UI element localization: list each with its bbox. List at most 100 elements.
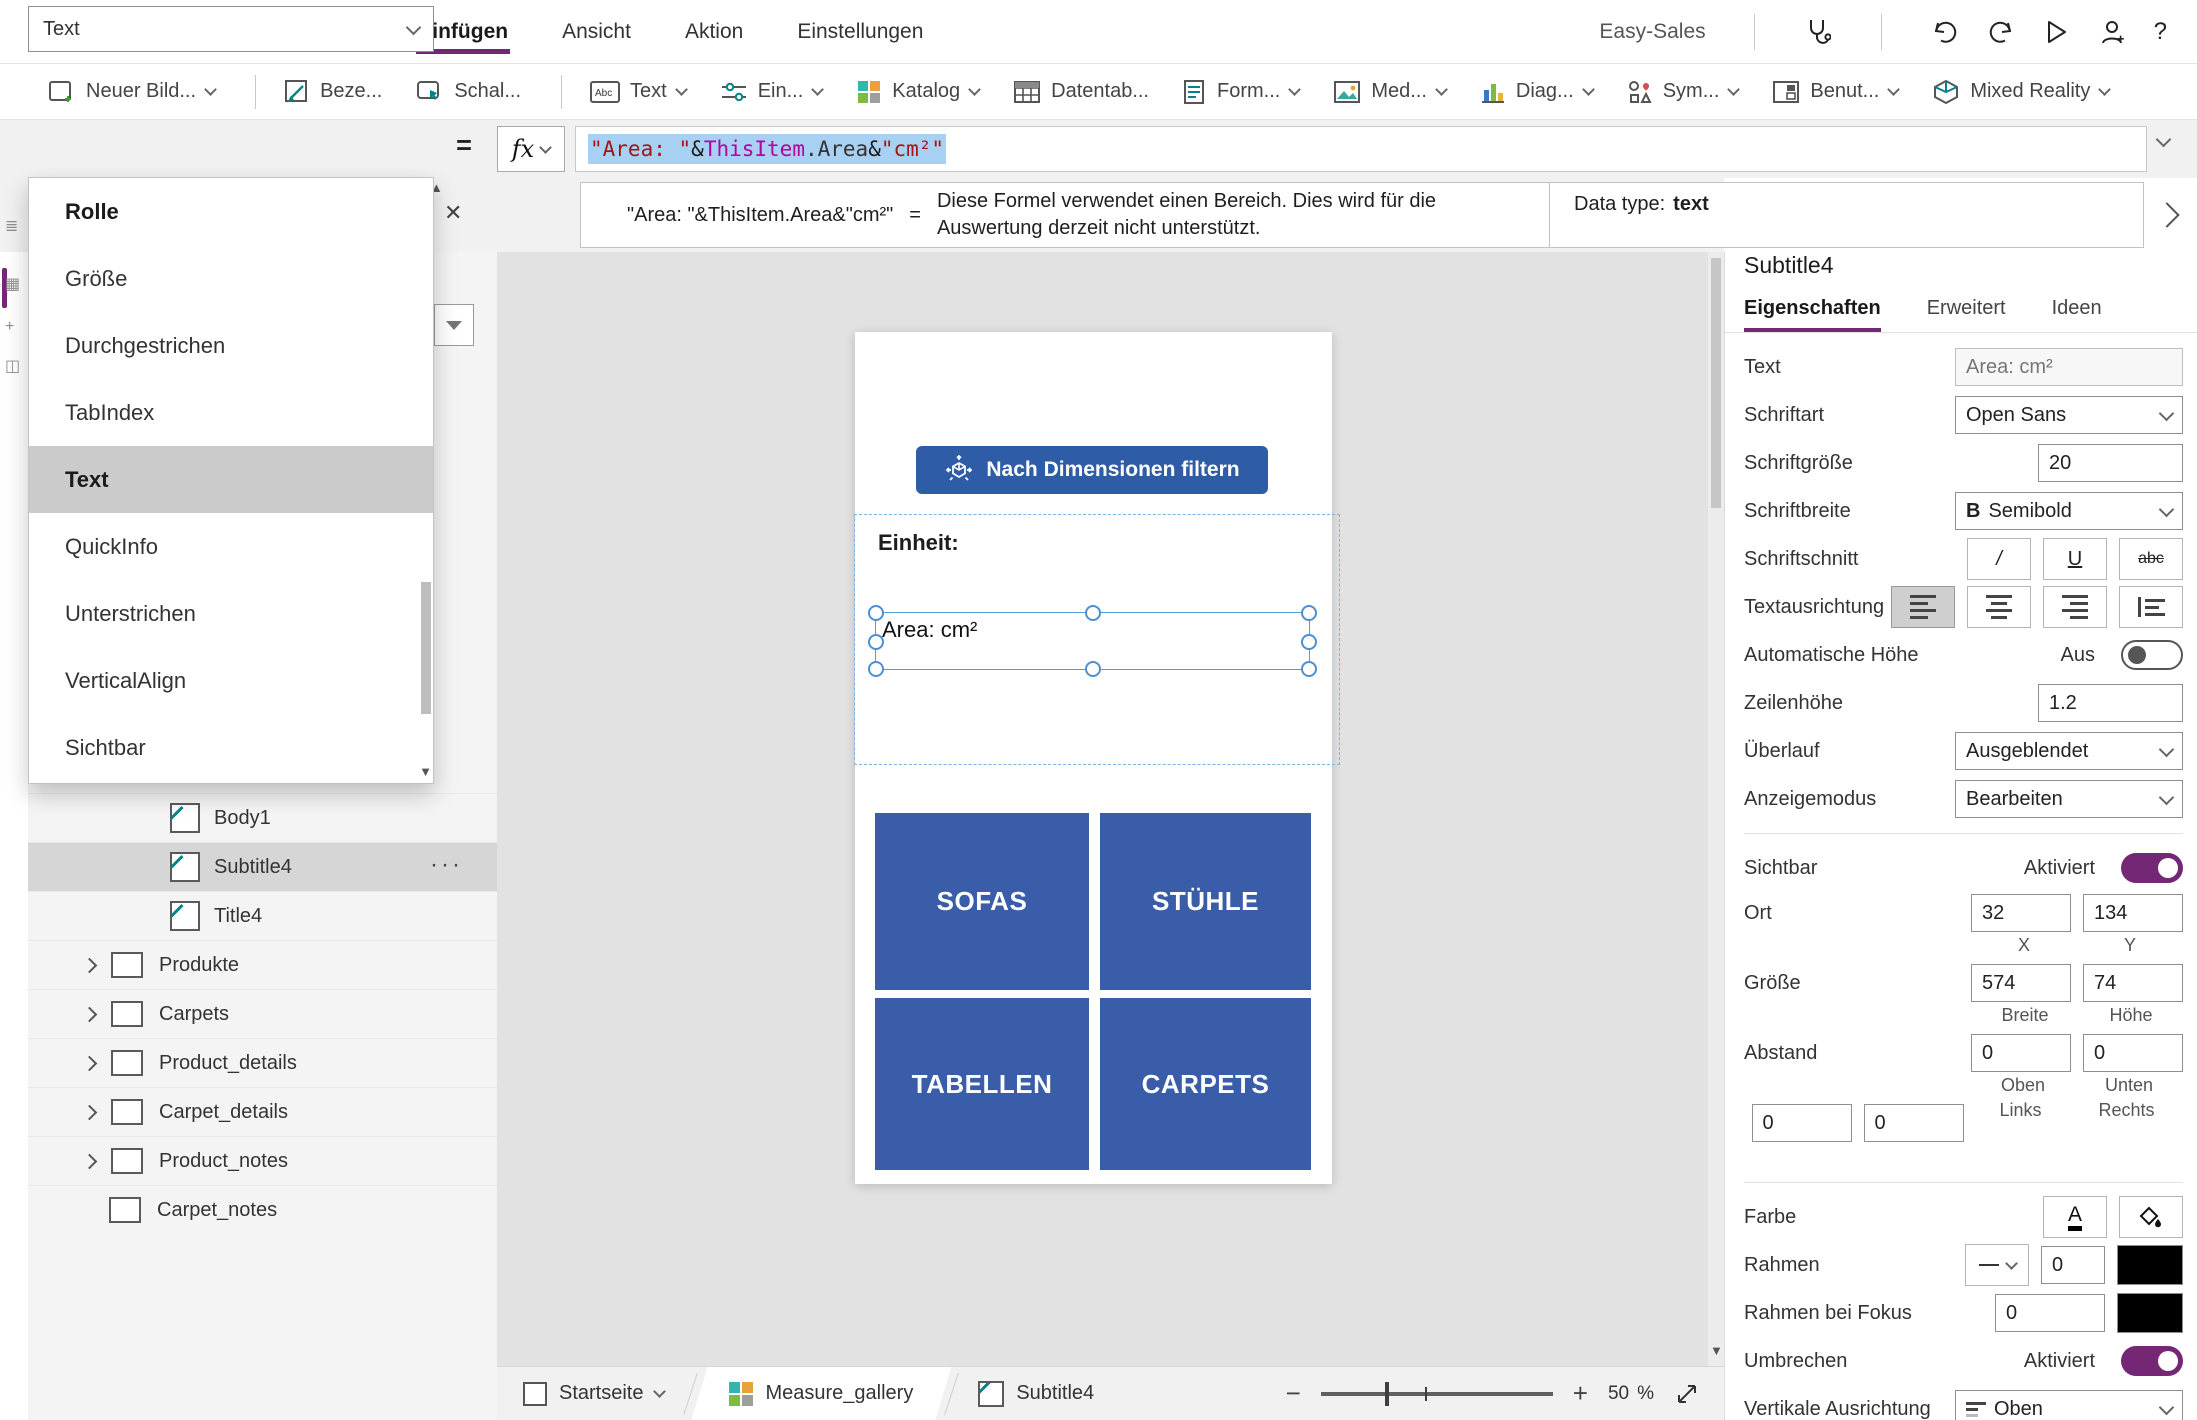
dropdown-option-unterstrichen[interactable]: Unterstrichen (29, 580, 433, 647)
align-center-button[interactable] (1967, 586, 2031, 628)
item-more-menu[interactable]: ··· (430, 851, 463, 879)
tab-erweitert[interactable]: Erweitert (1927, 297, 2006, 332)
ribbon-icons[interactable]: Sym... (1627, 79, 1739, 105)
ribbon-custom[interactable]: Benut... (1772, 80, 1898, 104)
border-style-dropdown[interactable] (1965, 1244, 2029, 1286)
overflow-dropdown[interactable]: Ausgeblendet (1955, 732, 2183, 770)
rail-data-icon[interactable]: ◫ (5, 356, 20, 376)
position-y-input[interactable]: 134 (2083, 894, 2183, 932)
selected-text-control[interactable]: Area: cm² (875, 612, 1310, 670)
help-icon[interactable]: ? (2154, 18, 2167, 46)
property-selector[interactable]: Text (28, 6, 434, 52)
tile-stuehle[interactable]: STÜHLE (1100, 813, 1311, 990)
ribbon-label[interactable]: Beze... (284, 79, 382, 105)
tab-eigenschaften[interactable]: Eigenschaften (1744, 297, 1881, 332)
border-width-input[interactable]: 0 (2041, 1246, 2105, 1284)
dropdown-scrollbar[interactable]: ▼ (419, 184, 431, 777)
zoom-in-button[interactable]: + (1573, 1378, 1588, 1409)
chevron-right-icon[interactable] (82, 1055, 98, 1071)
ribbon-new-screen[interactable]: Neuer Bild... (48, 80, 215, 104)
menu-einstellungen[interactable]: Einstellungen (795, 6, 925, 58)
formula-bar-collapse-icon[interactable] (2156, 132, 2172, 148)
resize-handle-e[interactable] (1301, 634, 1317, 650)
tree-item-title4[interactable]: Title4 (28, 891, 497, 940)
tree-item-product-details[interactable]: Product_details (28, 1038, 497, 1087)
font-dropdown[interactable]: Open Sans (1955, 396, 2183, 434)
italic-button[interactable]: / (1967, 538, 2031, 580)
tree-item-product-notes[interactable]: Product_notes (28, 1136, 497, 1185)
dropdown-option-durchgestrichen[interactable]: Durchgestrichen (29, 312, 433, 379)
dropdown-option-sichtbar[interactable]: Sichtbar (29, 714, 433, 781)
resize-handle-n[interactable] (1085, 605, 1101, 621)
menu-aktion[interactable]: Aktion (683, 6, 745, 58)
tree-item-carpet-notes[interactable]: Carpet_notes (28, 1185, 497, 1234)
resize-handle-ne[interactable] (1301, 605, 1317, 621)
tree-item-produkte[interactable]: Produkte (28, 940, 497, 989)
zoom-slider-thumb[interactable] (1385, 1382, 1389, 1406)
focus-border-width-input[interactable]: 0 (1995, 1294, 2105, 1332)
align-justify-button[interactable] (2119, 586, 2183, 628)
rail-icon-top[interactable]: ≣ (5, 216, 18, 236)
rail-tree-icon[interactable]: ▦ (5, 274, 20, 294)
chevron-right-icon[interactable] (82, 1153, 98, 1169)
undo-icon[interactable] (1930, 17, 1960, 47)
canvas-scrollbar[interactable]: ▼ (1708, 252, 1724, 1366)
ribbon-gallery[interactable]: Katalog (856, 79, 979, 105)
ribbon-mixed-reality[interactable]: Mixed Reality (1932, 79, 2109, 105)
menu-ansicht[interactable]: Ansicht (560, 6, 633, 58)
ribbon-input[interactable]: Ein... (720, 80, 823, 104)
padding-left-input[interactable]: 0 (1752, 1104, 1852, 1142)
resize-handle-nw[interactable] (868, 605, 884, 621)
dropdown-option-text[interactable]: Text (29, 446, 433, 513)
line-height-input[interactable]: 1.2 (2038, 684, 2183, 722)
app-checker-icon[interactable] (1803, 17, 1833, 47)
dropdown-option-verticalalign[interactable]: VerticalAlign (29, 647, 433, 714)
warning-close-icon[interactable]: ✕ (444, 200, 462, 226)
align-left-button[interactable] (1891, 586, 1955, 628)
ribbon-media[interactable]: Med... (1333, 80, 1446, 104)
dropdown-option-groesse[interactable]: Größe (29, 245, 433, 312)
display-mode-dropdown[interactable]: Bearbeiten (1955, 780, 2183, 818)
ribbon-text[interactable]: Abc Text (590, 80, 686, 103)
focus-border-color-swatch[interactable] (2117, 1293, 2183, 1333)
ribbon-datatable[interactable]: Datentab... (1013, 80, 1149, 104)
scrollbar-thumb[interactable] (1711, 258, 1721, 508)
chevron-right-icon[interactable] (82, 957, 98, 973)
strikethrough-button[interactable]: abc (2119, 538, 2183, 580)
visible-toggle[interactable] (2121, 853, 2183, 883)
filter-dimensions-button[interactable]: Nach Dimensionen filtern (916, 446, 1268, 494)
scroll-down-icon[interactable]: ▼ (1710, 1343, 1723, 1358)
text-value-field[interactable]: Area: cm² (1955, 348, 2183, 386)
redo-icon[interactable] (1986, 17, 2016, 47)
font-color-button[interactable]: A (2043, 1196, 2107, 1238)
padding-right-input[interactable]: 0 (1864, 1104, 1964, 1142)
scroll-down-icon[interactable]: ▼ (419, 764, 432, 779)
formula-input[interactable]: "Area: "&ThisItem.Area&"cm²" (575, 126, 2147, 172)
position-x-input[interactable]: 32 (1971, 894, 2071, 932)
resize-handle-se[interactable] (1301, 661, 1317, 677)
vertical-align-dropdown[interactable]: Oben (1955, 1390, 2183, 1420)
font-weight-dropdown[interactable]: BSemibold (1955, 492, 2183, 530)
size-height-input[interactable]: 74 (2083, 964, 2183, 1002)
padding-top-input[interactable]: 0 (1971, 1034, 2071, 1072)
dropdown-option-tabindex[interactable]: TabIndex (29, 379, 433, 446)
dropdown-option-rolle[interactable]: Rolle (29, 178, 433, 245)
auto-height-toggle[interactable] (2121, 640, 2183, 670)
tab-ideen[interactable]: Ideen (2052, 297, 2102, 332)
tile-sofas[interactable]: SOFAS (875, 813, 1089, 990)
zoom-out-button[interactable]: − (1286, 1378, 1301, 1409)
app-screen-preview[interactable]: Nach Dimensionen filtern Einheit: Area: … (855, 332, 1332, 1184)
scrollbar-thumb[interactable] (421, 582, 431, 714)
resize-handle-sw[interactable] (868, 661, 884, 677)
resize-handle-w[interactable] (868, 634, 884, 650)
dropdown-option-quickinfo[interactable]: QuickInfo (29, 513, 433, 580)
resize-handle-s[interactable] (1085, 661, 1101, 677)
ribbon-forms[interactable]: Form... (1183, 79, 1299, 105)
tree-item-body1[interactable]: Body1 (28, 793, 497, 842)
share-user-icon[interactable] (2098, 17, 2128, 47)
size-width-input[interactable]: 574 (1971, 964, 2071, 1002)
play-preview-icon[interactable] (2042, 17, 2072, 47)
zoom-slider[interactable] (1321, 1392, 1553, 1396)
chevron-right-icon[interactable] (82, 1006, 98, 1022)
chevron-right-icon[interactable] (82, 1104, 98, 1120)
